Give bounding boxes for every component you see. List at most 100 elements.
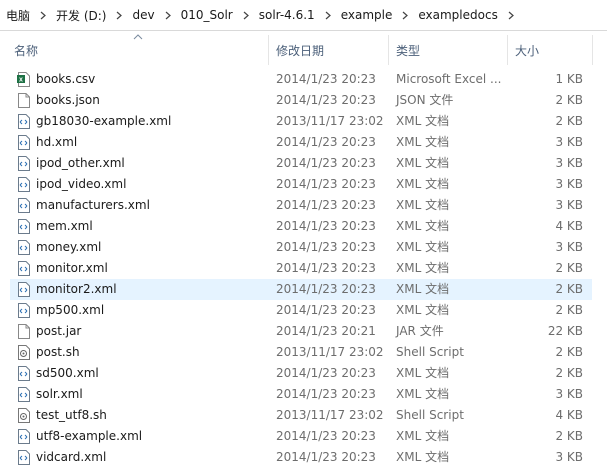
file-type: XML 文档 xyxy=(396,114,450,128)
breadcrumb-item[interactable]: solr-4.6.1 xyxy=(253,0,321,30)
chevron-right-icon[interactable] xyxy=(398,11,412,20)
file-row[interactable]: monitor.xml 2014/1/23 20:23 XML 文档 2 KB xyxy=(10,258,592,279)
blank-file-icon xyxy=(17,93,30,108)
xml-file-icon xyxy=(17,135,30,150)
file-modified-date: 2014/1/23 20:23 xyxy=(276,387,376,401)
file-row[interactable]: manufacturers.xml 2014/1/23 20:23 XML 文档 3 … xyxy=(10,195,592,216)
file-type: XML 文档 xyxy=(396,450,450,464)
file-name: hd.xml xyxy=(36,135,78,149)
xml-file-icon xyxy=(17,198,30,213)
file-type: XML 文档 xyxy=(396,366,450,380)
breadcrumb: 电脑 开发 (D:) dev 010_Solr solr-4.6.1 example exa… xyxy=(0,0,518,30)
file-row[interactable]: hd.xml 2014/1/23 20:23 XML 文档 3 KB xyxy=(10,132,592,153)
file-modified-date: 2013/11/17 23:02 xyxy=(276,408,384,422)
file-type: XML 文档 xyxy=(396,261,450,275)
file-name: test_utf8.sh xyxy=(36,408,107,422)
chevron-right-icon[interactable] xyxy=(161,11,175,20)
chevron-right-icon[interactable] xyxy=(321,11,335,20)
breadcrumb-item[interactable]: 开发 (D:) xyxy=(50,0,112,30)
breadcrumb-item-label: 010_Solr xyxy=(180,8,233,22)
file-row[interactable]: vidcard.xml 2014/1/23 20:23 XML 文档 3 KB xyxy=(10,447,592,468)
file-name: monitor.xml xyxy=(36,261,108,275)
xml-file-icon xyxy=(17,177,30,192)
file-row[interactable]: sd500.xml 2014/1/23 20:23 XML 文档 2 KB xyxy=(10,363,592,384)
file-row[interactable]: post.sh 2013/11/17 23:02 Shell Script 2 KB xyxy=(10,342,592,363)
file-type: XML 文档 xyxy=(396,135,450,149)
file-type: XML 文档 xyxy=(396,219,450,233)
chevron-right-icon[interactable] xyxy=(36,11,50,20)
script-file-icon xyxy=(17,345,30,360)
file-row[interactable]: ipod_other.xml 2014/1/23 20:23 XML 文档 3 KB xyxy=(10,153,592,174)
chevron-right-icon[interactable] xyxy=(504,11,518,20)
column-header-type-label: 类型 xyxy=(396,43,421,58)
file-size: 3 KB xyxy=(555,177,583,191)
file-type: XML 文档 xyxy=(396,387,450,401)
breadcrumb-item[interactable]: exampledocs xyxy=(412,0,503,30)
file-name: manufacturers.xml xyxy=(36,198,150,212)
file-row[interactable]: solr.xml 2014/1/23 20:23 XML 文档 3 KB xyxy=(10,384,592,405)
file-modified-date: 2014/1/23 20:23 xyxy=(276,282,376,296)
file-modified-date: 2014/1/23 20:23 xyxy=(276,366,376,380)
excel-csv-icon: x xyxy=(17,72,30,87)
file-name: books.json xyxy=(36,93,100,107)
xml-file-icon xyxy=(17,219,30,234)
breadcrumb-item[interactable]: example xyxy=(335,0,399,30)
column-header-date[interactable]: 修改日期 xyxy=(268,32,388,68)
file-modified-date: 2014/1/23 20:23 xyxy=(276,219,376,233)
file-name: money.xml xyxy=(36,240,102,254)
file-row[interactable]: monitor2.xml 2014/1/23 20:23 XML 文档 2 KB xyxy=(10,279,592,300)
file-size: 1 KB xyxy=(555,72,583,86)
file-modified-date: 2014/1/23 20:23 xyxy=(276,135,376,149)
xml-file-icon xyxy=(17,156,30,171)
file-row[interactable]: utf8-example.xml 2014/1/23 20:23 XML 文档 2 K… xyxy=(10,426,592,447)
file-modified-date: 2014/1/23 20:23 xyxy=(276,198,376,212)
file-name: post.sh xyxy=(36,345,80,359)
file-modified-date: 2014/1/23 20:23 xyxy=(276,261,376,275)
file-name: gb18030-example.xml xyxy=(36,114,172,128)
file-type: XML 文档 xyxy=(396,177,450,191)
address-bar[interactable]: 电脑 开发 (D:) dev 010_Solr solr-4.6.1 example exa… xyxy=(0,0,607,31)
breadcrumb-item[interactable]: 电脑 xyxy=(0,0,36,30)
file-name: mem.xml xyxy=(36,219,93,233)
file-size: 3 KB xyxy=(555,135,583,149)
file-type: Microsoft Excel ... xyxy=(396,72,502,86)
file-name: post.jar xyxy=(36,324,82,338)
chevron-right-icon[interactable] xyxy=(112,11,126,20)
breadcrumb-item[interactable]: 010_Solr xyxy=(175,0,239,30)
file-size: 4 KB xyxy=(555,219,583,233)
file-row[interactable]: books.json 2014/1/23 20:23 JSON 文件 2 KB xyxy=(10,90,592,111)
file-row[interactable]: x books.csv 2014/1/23 20:23 Microsoft Excel… xyxy=(10,69,592,90)
file-row[interactable]: mem.xml 2014/1/23 20:23 XML 文档 4 KB xyxy=(10,216,592,237)
xml-file-icon xyxy=(17,366,30,381)
breadcrumb-item-label: 电脑 xyxy=(6,8,31,23)
breadcrumb-item-label: example xyxy=(340,8,393,22)
breadcrumb-item[interactable]: dev xyxy=(126,0,160,30)
column-header-type[interactable]: 类型 xyxy=(388,32,507,68)
chevron-right-icon[interactable] xyxy=(239,11,253,20)
column-header-name-label: 名称 xyxy=(14,43,39,58)
breadcrumb-item-label: dev xyxy=(132,8,155,22)
file-modified-date: 2014/1/23 20:23 xyxy=(276,156,376,170)
svg-text:x: x xyxy=(19,77,23,84)
file-row[interactable]: post.jar 2014/1/23 20:21 JAR 文件 22 KB xyxy=(10,321,592,342)
file-size: 2 KB xyxy=(555,303,583,317)
xml-file-icon xyxy=(17,261,30,276)
file-type: JAR 文件 xyxy=(396,324,444,338)
file-row[interactable]: money.xml 2014/1/23 20:23 XML 文档 3 KB xyxy=(10,237,592,258)
file-row[interactable]: gb18030-example.xml 2013/11/17 23:02 XML 文… xyxy=(10,111,592,132)
file-row[interactable]: mp500.xml 2014/1/23 20:23 XML 文档 2 KB xyxy=(10,300,592,321)
file-size: 2 KB xyxy=(555,261,583,275)
column-divider[interactable] xyxy=(592,35,593,65)
file-type: XML 文档 xyxy=(396,198,450,212)
breadcrumb-item-label: exampledocs xyxy=(418,8,498,22)
file-name: solr.xml xyxy=(36,387,83,401)
file-modified-date: 2014/1/23 20:21 xyxy=(276,324,376,338)
xml-file-icon xyxy=(17,282,30,297)
file-type: XML 文档 xyxy=(396,240,450,254)
file-name: ipod_video.xml xyxy=(36,177,127,191)
file-row[interactable]: ipod_video.xml 2014/1/23 20:23 XML 文档 3 KB xyxy=(10,174,592,195)
file-row[interactable]: test_utf8.sh 2013/11/17 23:02 Shell Script… xyxy=(10,405,592,426)
column-header-size[interactable]: 大小 xyxy=(507,32,592,68)
file-modified-date: 2014/1/23 20:23 xyxy=(276,177,376,191)
file-size: 3 KB xyxy=(555,156,583,170)
